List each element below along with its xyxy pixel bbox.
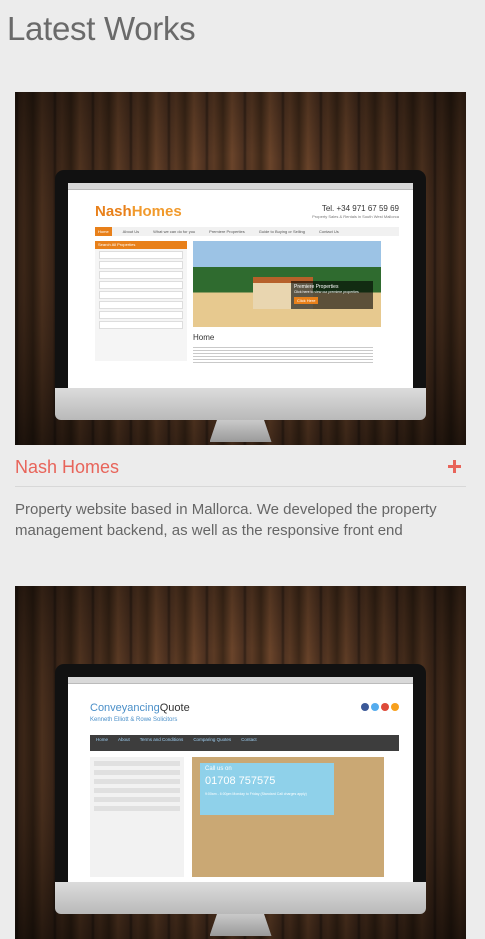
plus-icon[interactable] [448,460,461,473]
site-search-panel: Search All Properties [95,241,187,361]
imac-chin [55,882,426,914]
site-preview: ConveyancingQuote Kenneth Elliott & Rowe… [68,677,413,882]
site-logo: NashHomes [95,203,182,220]
site-phone: Tel. +34 971 67 59 69 [321,204,399,213]
imac-mockup: NashHomes Tel. +34 971 67 59 69 Property… [55,170,426,442]
site-nav-item: Guide to Buying or Selling [258,229,305,234]
site-quote-form [90,757,184,877]
work-title[interactable]: Nash Homes [15,457,119,478]
site-nav-item: Premiere Properties [209,229,245,234]
site-preview: NashHomes Tel. +34 971 67 59 69 Property… [68,183,413,388]
work-item: ConveyancingQuote Kenneth Elliott & Rowe… [15,586,466,939]
site-nav-item: What we can do for you [153,229,196,234]
imac-screen: ConveyancingQuote Kenneth Elliott & Rowe… [55,664,426,882]
site-tagline: Property Sales & Rentals in South West M… [312,214,399,219]
call-box: Call us on 01708 757575 9:00am - 6:00pm … [200,763,334,815]
twitter-icon [371,703,379,711]
site-nav-item: About Us [122,229,140,234]
site-home-heading: Home [193,333,215,342]
site-nav: Home About Us What we can do for you Pre… [95,227,399,236]
site-hero-image: Call us on 01708 757575 9:00am - 6:00pm … [192,757,384,877]
site-nav: Home About Terms and Conditions Comparin… [90,735,399,751]
work-description: Property website based in Mallorca. We d… [15,501,437,539]
site-search-heading: Search All Properties [95,241,187,249]
work-image[interactable]: ConveyancingQuote Kenneth Elliott & Rowe… [15,586,466,939]
site-nav-item: About [118,737,130,742]
imac-mockup: ConveyancingQuote Kenneth Elliott & Rowe… [55,664,426,936]
work-item: NashHomes Tel. +34 971 67 59 69 Property… [15,92,466,541]
site-logo: ConveyancingQuote [90,702,190,714]
imac-stand [209,914,272,936]
imac-chin [55,388,426,420]
section-title: Latest Works [7,10,196,47]
google-plus-icon [381,703,389,711]
site-nav-item: Home [95,227,112,236]
browser-toolbar [68,183,413,190]
site-hero-caption: Premiere Properties Click here to view o… [291,281,373,309]
imac-stand [209,420,272,442]
site-nav-item: Contact Us [318,229,339,234]
imac-screen: NashHomes Tel. +34 971 67 59 69 Property… [55,170,426,388]
site-nav-item: Contact [241,737,257,742]
work-image[interactable]: NashHomes Tel. +34 971 67 59 69 Property… [15,92,466,445]
site-body-text [193,345,373,365]
site-subtitle: Kenneth Elliott & Rowe Solicitors [90,717,178,723]
site-nav-item: Home [96,737,109,742]
site-nav-item: Comparing Quotes [193,737,232,742]
browser-toolbar [68,677,413,684]
work-title-row: Nash Homes [15,445,466,487]
site-nav-item: Terms and Conditions [139,737,184,742]
social-icons [361,703,399,711]
site-hero-image: Premiere Properties Click here to view o… [193,241,381,327]
rss-icon [391,703,399,711]
facebook-icon [361,703,369,711]
